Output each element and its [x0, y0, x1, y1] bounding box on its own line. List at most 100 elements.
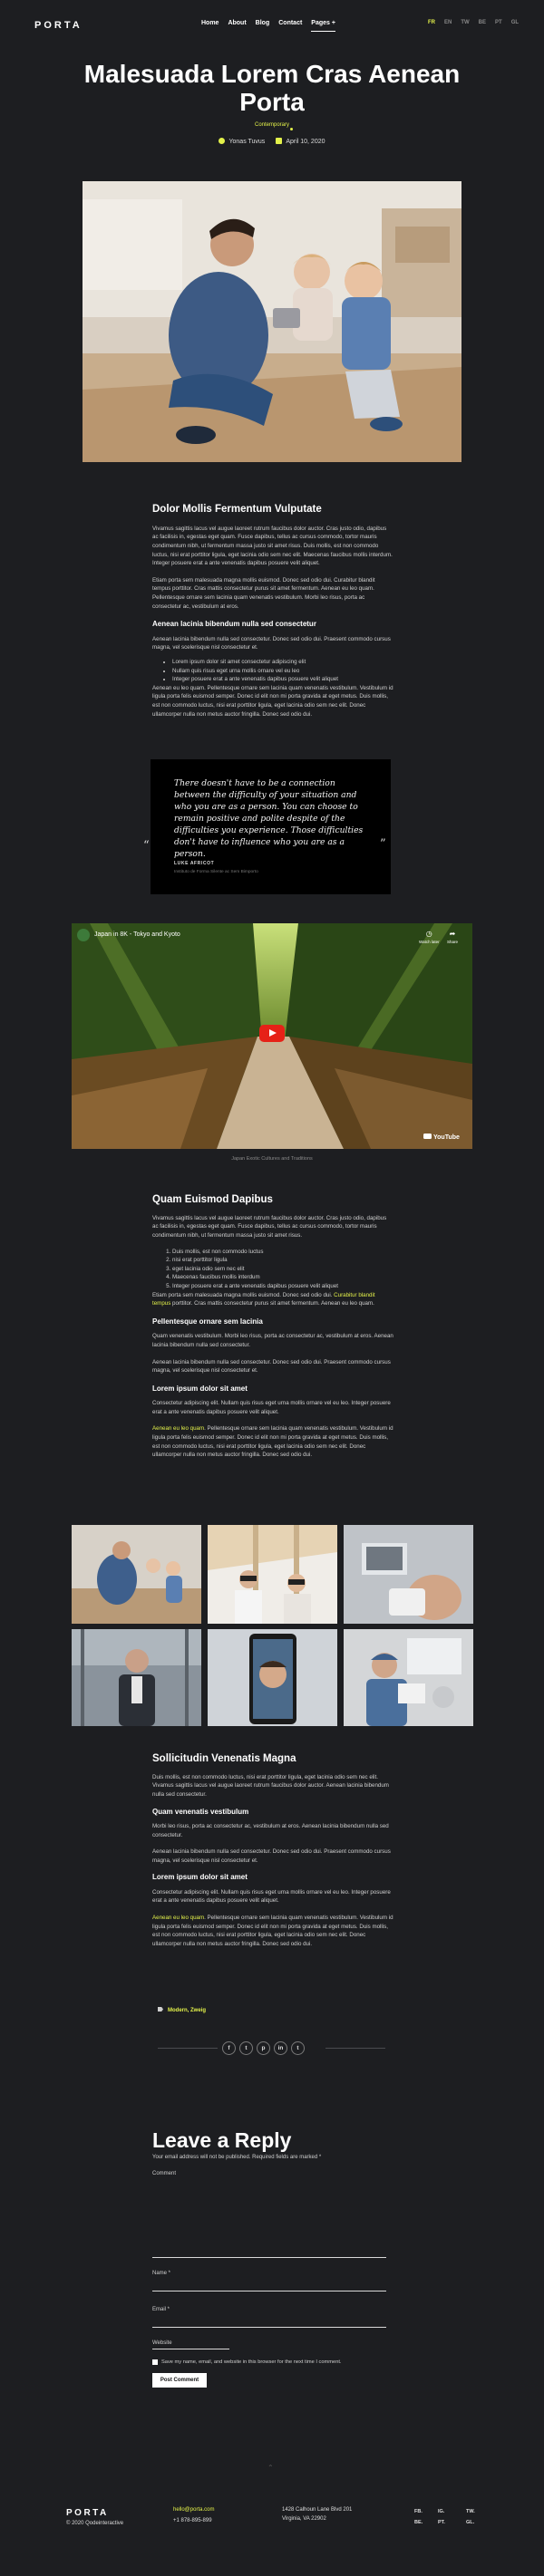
list-item: Duis mollis, est non commodo luctus: [172, 1248, 393, 1257]
lang-tw[interactable]: TW: [461, 19, 469, 27]
youtube-logo[interactable]: YouTube: [423, 1134, 460, 1143]
post-date: April 10, 2020: [286, 139, 325, 145]
divider: [325, 2048, 385, 2049]
name-label: Name *: [152, 2271, 171, 2276]
inline-link[interactable]: Aenean eu leo quam: [152, 1425, 204, 1432]
back-to-top-icon[interactable]: ⌃: [267, 2463, 274, 2474]
gallery-image[interactable]: [72, 1629, 201, 1726]
footer-phone[interactable]: +1 878-895-899: [173, 2517, 212, 2525]
address-line: Virginia, VA 22902: [282, 2515, 326, 2522]
lang-en[interactable]: EN: [444, 19, 452, 27]
section-heading: Dolor Mollis Fermentum Vulputate: [152, 504, 322, 515]
share-buttons: f t p in t: [222, 2041, 305, 2055]
date-meta[interactable]: April 10, 2020: [276, 138, 325, 148]
subheading: Lorem ipsum dolor sit amet: [152, 1873, 248, 1882]
watch-later-button[interactable]: ◷ Watch later: [419, 929, 440, 946]
save-info-label: Save my name, email, and website in this…: [161, 2359, 342, 2365]
footer-social-ig[interactable]: IG.: [438, 2508, 444, 2515]
twitter-icon[interactable]: t: [239, 2041, 253, 2055]
paragraph: Consectetur adipiscing elit. Nullam quis…: [152, 1400, 391, 1415]
gallery-image[interactable]: [208, 1629, 337, 1726]
share-label: Share: [447, 940, 459, 944]
gallery-image[interactable]: [208, 1525, 337, 1624]
site-logo[interactable]: PORTA: [34, 18, 83, 34]
channel-avatar[interactable]: [77, 929, 90, 941]
facebook-icon[interactable]: f: [222, 2041, 236, 2055]
share-arrow-icon: ➦: [449, 930, 456, 938]
author-meta[interactable]: Yonas Tuvus: [219, 138, 265, 148]
nav-about[interactable]: About: [228, 19, 246, 32]
lang-pt[interactable]: PT: [495, 19, 502, 27]
lang-gl[interactable]: GL: [511, 19, 519, 27]
watch-later-label: Watch later: [419, 940, 440, 944]
post-author: Yonas Tuvus: [228, 139, 266, 145]
inline-link[interactable]: Aenean eu leo quam: [152, 1915, 204, 1921]
footer-email[interactable]: hello@porta.com: [173, 2506, 214, 2514]
footer-social-be[interactable]: BE.: [414, 2519, 423, 2526]
youtube-icon: [423, 1134, 432, 1139]
user-icon: [219, 138, 226, 144]
comment-textarea[interactable]: [152, 2181, 386, 2257]
lang-be[interactable]: BE: [479, 19, 486, 27]
paragraph: Aenean lacinia bibendum nulla sed consec…: [152, 1848, 391, 1864]
lang-fr[interactable]: FR: [428, 19, 435, 27]
video-title[interactable]: Japan in 8K - Tokyo and Kyoto: [94, 931, 180, 941]
linkedin-icon[interactable]: in: [274, 2041, 287, 2055]
paragraph: Vivamus sagittis lacus vel augue laoreet…: [152, 1214, 387, 1240]
copyright: © 2020 Qodeinteractive: [66, 2521, 124, 2526]
footer-social-tw[interactable]: TW.: [466, 2508, 475, 2515]
paragraph: Vivamus sagittis lacus vel augue laoreet…: [152, 525, 393, 567]
email-label: Email *: [152, 2307, 170, 2312]
main-nav: Home About Blog Contact Pages +: [201, 19, 335, 32]
subheading: Quam venenatis vestibulum: [152, 1807, 249, 1816]
paragraph: Morbi leo risus, porta ac consectetur ac…: [152, 1823, 389, 1838]
youtube-label: YouTube: [433, 1134, 460, 1141]
nav-blog[interactable]: Blog: [256, 19, 270, 32]
form-note: Your email address will not be published…: [152, 2155, 322, 2160]
divider: [158, 2048, 218, 2049]
post-category[interactable]: Contemporary: [0, 121, 544, 130]
footer-address: 1428 Calhoun Lane Blvd 201 Virginia, VA …: [282, 2506, 352, 2523]
subheading: Lorem ipsum dolor sit amet: [152, 1384, 248, 1393]
footer-social-pt[interactable]: PT.: [438, 2519, 445, 2526]
play-button[interactable]: [259, 1025, 285, 1042]
tag-link[interactable]: Modern, Zweig: [168, 2008, 206, 2013]
article-section-3: Sollicitudin Venenatis Magna Duis mollis…: [152, 1753, 393, 1949]
pinterest-icon[interactable]: p: [257, 2041, 270, 2055]
list-item: Maecenas faucibus mollis interdum: [172, 1273, 393, 1282]
language-switcher: FR EN TW BE PT GL: [428, 19, 519, 27]
footer-logo[interactable]: PORTA: [66, 2506, 109, 2520]
email-input[interactable]: [152, 2327, 386, 2328]
nav-home[interactable]: Home: [201, 19, 219, 32]
nav-contact[interactable]: Contact: [278, 19, 302, 32]
ordered-list: Duis mollis, est non commodo luctus nisi…: [152, 1248, 393, 1291]
paragraph: Etiam porta sem malesuada magna mollis e…: [152, 1291, 393, 1308]
post-comment-button[interactable]: Post Comment: [152, 2373, 207, 2388]
website-label: Website: [152, 2340, 172, 2346]
video-embed[interactable]: Japan in 8K - Tokyo and Kyoto ◷ Watch la…: [72, 923, 472, 1149]
quote-source: Instituto de Forma Silente ac Sem Bimpor…: [174, 870, 258, 874]
subheading: Pellentesque ornare sem lacinia: [152, 1317, 263, 1326]
paragraph: Consectetur adipiscing elit. Nullam quis…: [152, 1888, 391, 1905]
paragraph: Quam venenatis vestibulum. Morbi leo ris…: [152, 1333, 393, 1348]
tumblr-icon[interactable]: t: [291, 2041, 305, 2055]
calendar-icon: [276, 138, 283, 144]
post-meta: Yonas Tuvus April 10, 2020: [0, 138, 544, 148]
list-item: nisi erat porttitor ligula: [172, 1256, 393, 1265]
text-run: porttitor. Cras mattis consectetur purus…: [170, 1300, 374, 1307]
gallery-image[interactable]: [72, 1525, 201, 1624]
footer-social-fb[interactable]: FB.: [414, 2508, 423, 2515]
gallery-image[interactable]: [344, 1629, 473, 1726]
subheading: Aenean lacinia bibendum nulla sed consec…: [152, 620, 316, 629]
paragraph: Aenean eu leo quam. Pellentesque ornare …: [152, 1424, 393, 1459]
tag-icon: [158, 2007, 163, 2012]
nav-pages[interactable]: Pages +: [311, 19, 335, 32]
list-item: Integer posuere erat a ante venenatis da…: [172, 1282, 393, 1291]
list-item: Nullam quis risus eget urna mollis ornar…: [172, 667, 393, 676]
footer-social-gl[interactable]: GL.: [466, 2519, 474, 2526]
share-button[interactable]: ➦ Share: [447, 929, 458, 946]
text-run: Etiam porta sem malesuada magna mollis e…: [152, 1291, 335, 1298]
close-quote-icon: ”: [380, 837, 386, 851]
gallery-image[interactable]: [344, 1525, 473, 1624]
save-info-checkbox[interactable]: [152, 2359, 158, 2365]
